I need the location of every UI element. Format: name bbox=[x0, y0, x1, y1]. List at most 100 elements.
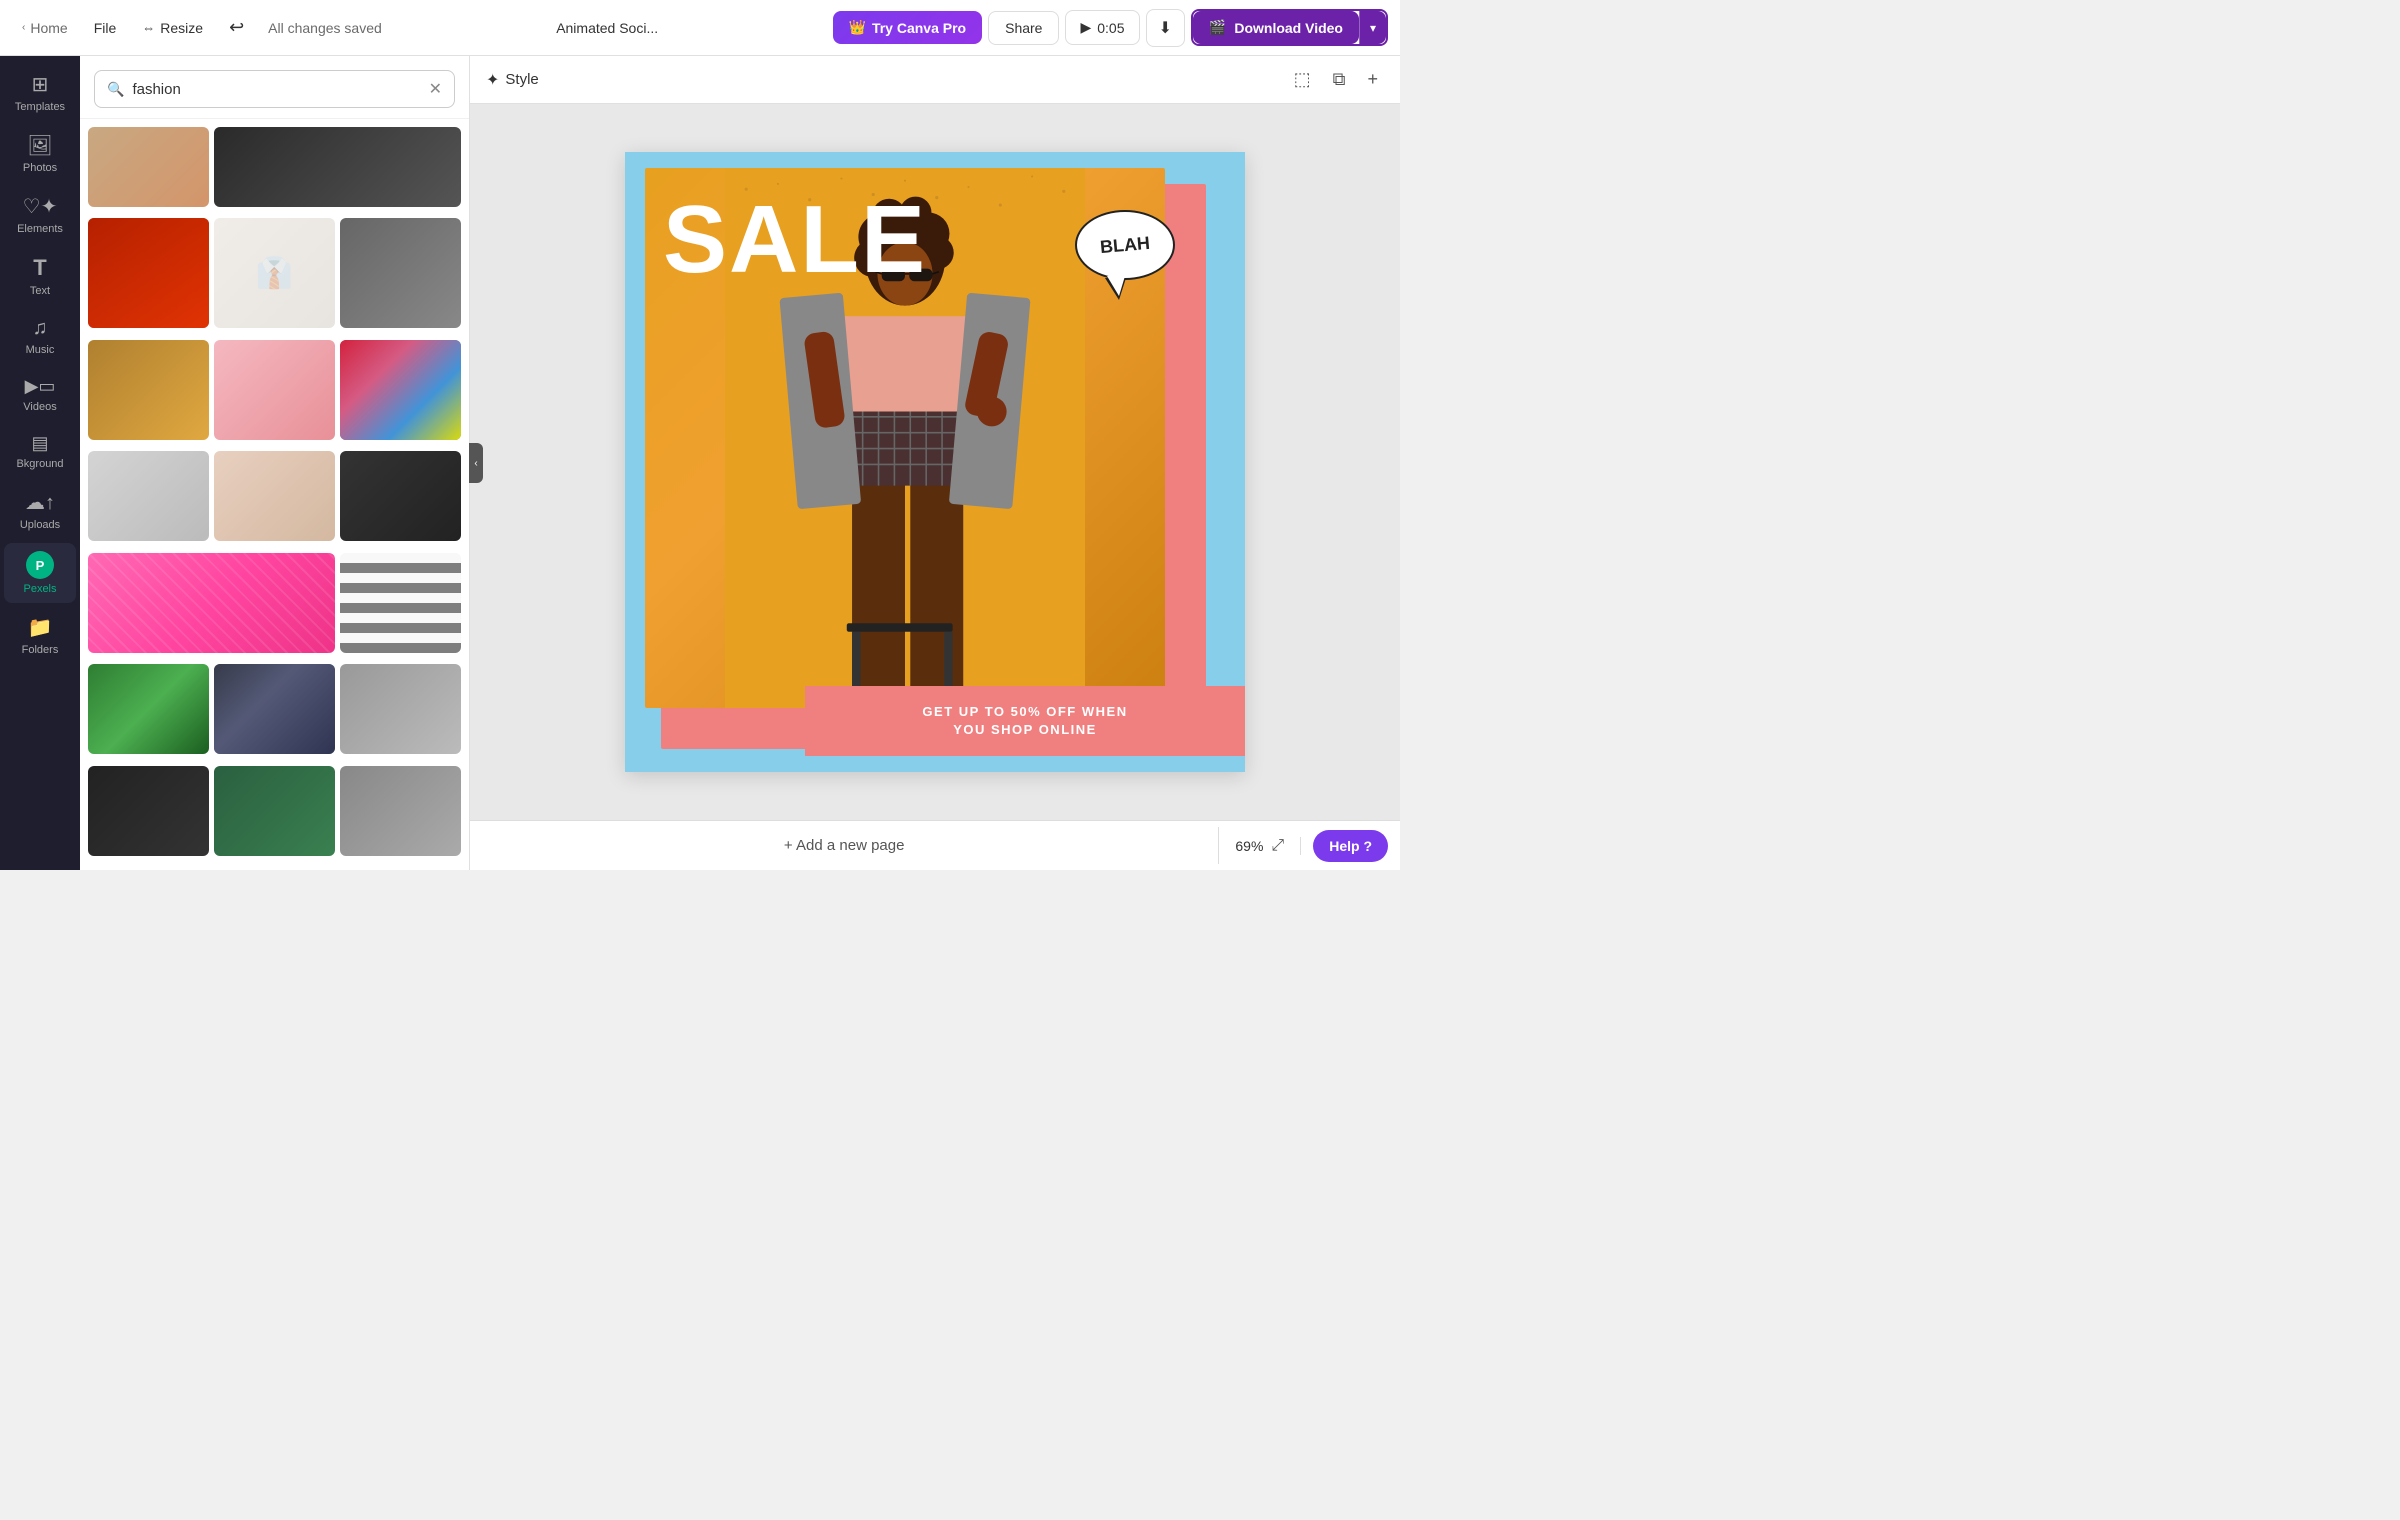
photo-item[interactable] bbox=[88, 664, 209, 754]
frame-icon: ⬚ bbox=[1294, 69, 1311, 89]
sidebar-item-templates[interactable]: ⊞ Templates bbox=[4, 64, 76, 121]
banner-text: GET UP TO 50% OFF WHEN YOU SHOP ONLINE bbox=[922, 703, 1127, 739]
search-icon: 🔍 bbox=[107, 81, 124, 98]
style-text: Style bbox=[505, 71, 538, 88]
photo-item[interactable] bbox=[340, 766, 461, 856]
photo-item[interactable] bbox=[214, 127, 461, 207]
download-video-label: Download Video bbox=[1234, 20, 1343, 36]
photo-item[interactable] bbox=[88, 553, 335, 653]
photo-item[interactable] bbox=[340, 451, 461, 541]
sidebar-label-templates: Templates bbox=[15, 101, 65, 113]
sidebar-item-pexels[interactable]: P Pexels bbox=[4, 543, 76, 603]
help-label: Help ? bbox=[1329, 838, 1372, 854]
play-time: 0:05 bbox=[1097, 20, 1124, 36]
sidebar-label-photos: Photos bbox=[23, 162, 57, 174]
templates-icon: ⊞ bbox=[32, 72, 49, 97]
background-icon: ▤ bbox=[31, 433, 48, 454]
resize-button[interactable]: ⇔ Resize bbox=[132, 14, 213, 42]
style-toolbar: ✦ Style ⬚ ⧉ + bbox=[470, 56, 1400, 104]
sparkle-icon: ✦ bbox=[486, 70, 499, 90]
design-canvas[interactable]: SALE BLAH GET UP TO 50% OFF WHEN YOU SHO… bbox=[625, 152, 1245, 772]
speech-bubble: BLAH bbox=[1075, 210, 1175, 280]
toolbar-actions: ⬚ ⧉ + bbox=[1288, 65, 1384, 94]
expand-icon: ⤢ bbox=[1271, 837, 1284, 854]
folders-icon: 📁 bbox=[28, 615, 53, 640]
copy-button[interactable]: ⧉ bbox=[1327, 65, 1352, 94]
download-caret-button[interactable]: ▾ bbox=[1359, 11, 1386, 44]
try-pro-button[interactable]: 👑 Try Canva Pro bbox=[833, 11, 983, 44]
text-icon: T bbox=[33, 255, 46, 281]
add-page-button[interactable]: + Add a new page bbox=[470, 827, 1219, 864]
blah-text: BLAH bbox=[1099, 232, 1151, 257]
videos-icon: ▶▭ bbox=[25, 376, 56, 397]
play-icon: ▶ bbox=[1080, 19, 1091, 36]
chevron-left-icon: ‹ bbox=[22, 22, 25, 33]
canvas-container: SALE BLAH GET UP TO 50% OFF WHEN YOU SHO… bbox=[470, 104, 1400, 820]
crown-icon: 👑 bbox=[849, 19, 866, 36]
sidebar-label-pexels: Pexels bbox=[23, 583, 56, 595]
file-label: File bbox=[94, 20, 117, 36]
undo-icon: ↩ bbox=[229, 17, 244, 38]
sidebar-item-photos[interactable]: 🖼 Photos bbox=[4, 125, 76, 182]
sidebar-item-folders[interactable]: 📁 Folders bbox=[4, 607, 76, 664]
photo-item[interactable] bbox=[340, 664, 461, 754]
share-label: Share bbox=[1005, 20, 1042, 36]
sidebar-item-elements[interactable]: ♡✦ Elements bbox=[4, 186, 76, 243]
help-button[interactable]: Help ? bbox=[1313, 830, 1388, 862]
plus-icon: + bbox=[1367, 69, 1378, 89]
photo-item[interactable] bbox=[214, 340, 335, 440]
home-label: Home bbox=[30, 20, 67, 36]
sidebar-item-text[interactable]: T Text bbox=[4, 247, 76, 305]
music-icon: ♫ bbox=[33, 317, 48, 340]
photo-item[interactable] bbox=[88, 127, 209, 207]
photo-item[interactable] bbox=[340, 340, 461, 440]
add-element-button[interactable]: + bbox=[1361, 65, 1384, 94]
sidebar-label-folders: Folders bbox=[22, 644, 59, 656]
photo-item[interactable] bbox=[88, 766, 209, 856]
photo-item[interactable] bbox=[88, 218, 209, 328]
photo-item[interactable]: 👔 bbox=[214, 218, 335, 328]
try-pro-label: Try Canva Pro bbox=[872, 20, 966, 36]
sidebar-label-background: Bkground bbox=[16, 458, 63, 470]
caret-down-icon: ▾ bbox=[1370, 21, 1376, 35]
photo-item[interactable] bbox=[214, 664, 335, 754]
zoom-expand-button[interactable]: ⤢ bbox=[1271, 837, 1284, 855]
add-page-label: + Add a new page bbox=[784, 837, 905, 854]
sidebar-item-videos[interactable]: ▶▭ Videos bbox=[4, 368, 76, 421]
canvas-area: ✦ Style ⬚ ⧉ + bbox=[470, 56, 1400, 870]
resize-icon: ⇔ bbox=[142, 20, 155, 35]
resize-label: Resize bbox=[160, 20, 203, 36]
sidebar-label-videos: Videos bbox=[23, 401, 56, 413]
photo-item[interactable] bbox=[88, 340, 209, 440]
panel-collapse-button[interactable]: ‹ bbox=[469, 443, 483, 483]
photo-item[interactable] bbox=[88, 451, 209, 541]
clear-search-button[interactable]: ✕ bbox=[429, 79, 442, 99]
undo-button[interactable]: ↩ bbox=[219, 11, 254, 44]
download-video-button[interactable]: 🎬 Download Video bbox=[1193, 11, 1359, 44]
elements-icon: ♡✦ bbox=[23, 194, 58, 219]
frame-button[interactable]: ⬚ bbox=[1288, 65, 1317, 94]
photo-item[interactable] bbox=[214, 451, 335, 541]
search-input[interactable] bbox=[132, 81, 420, 98]
home-button[interactable]: ‹ Home bbox=[12, 14, 78, 42]
sidebar-item-music[interactable]: ♫ Music bbox=[4, 309, 76, 364]
sale-text: SALE bbox=[663, 192, 927, 288]
sidebar: ⊞ Templates 🖼 Photos ♡✦ Elements T Text … bbox=[0, 56, 80, 870]
sidebar-item-uploads[interactable]: ☁↑ Uploads bbox=[4, 482, 76, 539]
sidebar-label-text: Text bbox=[30, 285, 50, 297]
photo-item[interactable] bbox=[340, 553, 461, 653]
video-icon: 🎬 bbox=[1209, 19, 1226, 36]
photo-item[interactable] bbox=[340, 218, 461, 328]
download-icon-button[interactable]: ⬇ bbox=[1146, 9, 1185, 47]
sidebar-item-background[interactable]: ▤ Bkground bbox=[4, 425, 76, 478]
zoom-control: 69% ⤢ bbox=[1219, 837, 1301, 855]
play-button[interactable]: ▶ 0:05 bbox=[1065, 10, 1139, 45]
search-wrap: 🔍 ✕ bbox=[94, 70, 455, 108]
download-video-group: 🎬 Download Video ▾ bbox=[1191, 9, 1388, 46]
zoom-level: 69% bbox=[1235, 838, 1263, 854]
photo-grid: 👔 bbox=[80, 119, 469, 870]
photos-icon: 🖼 bbox=[27, 133, 52, 158]
photo-item[interactable] bbox=[214, 766, 335, 856]
file-button[interactable]: File bbox=[84, 14, 127, 42]
share-button[interactable]: Share bbox=[988, 11, 1059, 45]
